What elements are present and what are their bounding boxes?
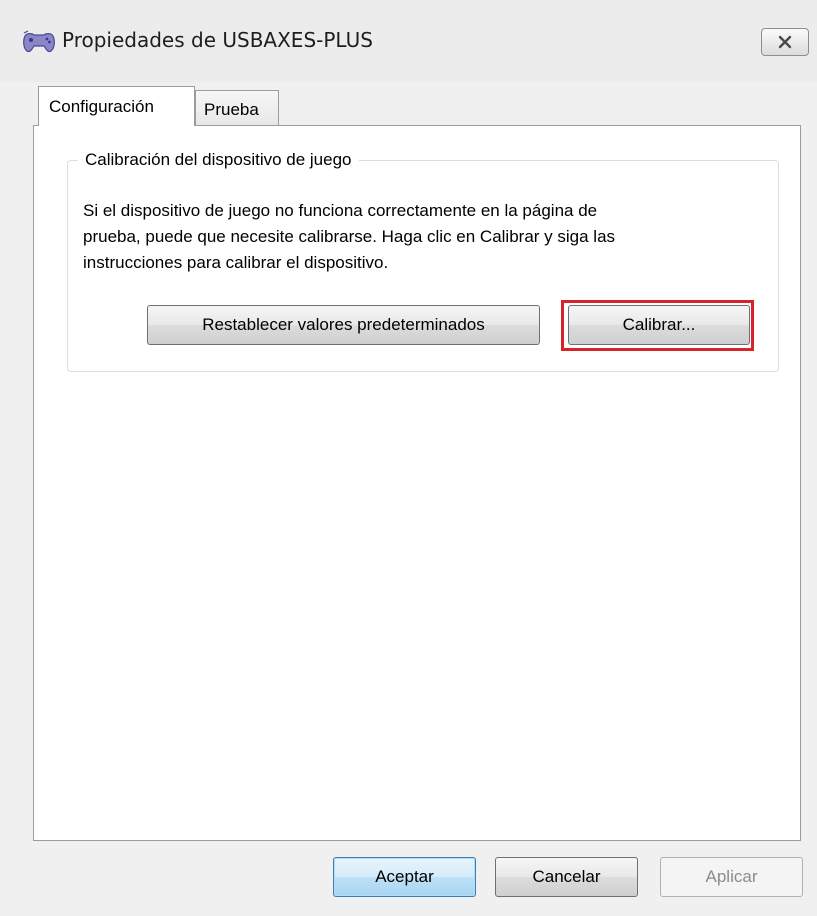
close-button[interactable] bbox=[761, 28, 809, 56]
cancel-button[interactable]: Cancelar bbox=[495, 857, 638, 897]
close-icon bbox=[778, 35, 792, 49]
tab-configuracion[interactable]: Configuración bbox=[38, 86, 195, 126]
description-line: instrucciones para calibrar el dispositi… bbox=[83, 253, 389, 272]
gamepad-icon bbox=[22, 30, 56, 56]
tab-prueba-label: Prueba bbox=[204, 100, 259, 119]
apply-button[interactable]: Aplicar bbox=[660, 857, 803, 897]
title-bar: Propiedades de USBAXES-PLUS bbox=[0, 0, 817, 82]
tab-configuracion-label: Configuración bbox=[49, 97, 154, 116]
description-line: prueba, puede que necesite calibrarse. H… bbox=[83, 227, 616, 246]
window-title: Propiedades de USBAXES-PLUS bbox=[62, 28, 373, 52]
restore-defaults-button[interactable]: Restablecer valores predeterminados bbox=[147, 305, 540, 345]
calibration-group-title: Calibración del dispositivo de juego bbox=[78, 150, 359, 170]
properties-dialog: Propiedades de USBAXES-PLUS Configuració… bbox=[0, 0, 817, 916]
calibration-description: Si el dispositivo de juego no funciona c… bbox=[83, 198, 773, 276]
tab-prueba[interactable]: Prueba bbox=[195, 90, 279, 126]
ok-button[interactable]: Aceptar bbox=[333, 857, 476, 897]
calibrate-highlight-box bbox=[561, 300, 754, 351]
description-line: Si el dispositivo de juego no funciona c… bbox=[83, 201, 598, 220]
